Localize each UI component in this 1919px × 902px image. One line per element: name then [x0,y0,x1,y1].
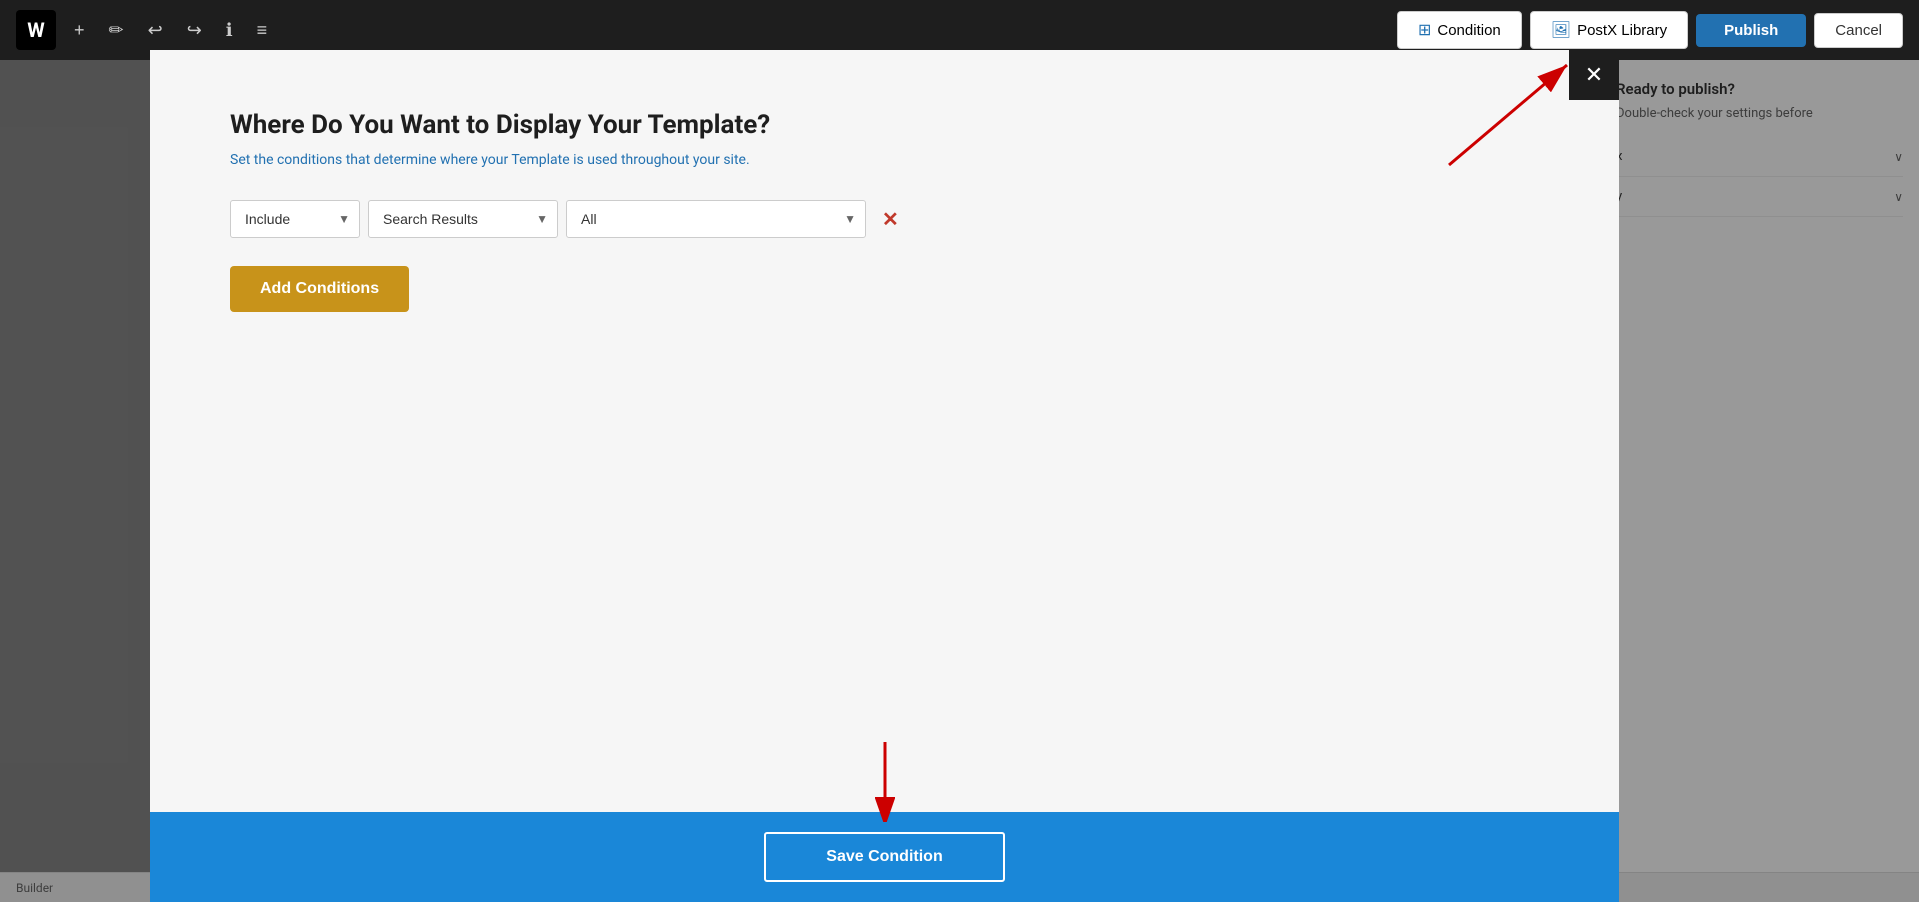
delete-condition-button[interactable]: ✕ [874,203,907,236]
include-select-wrapper: Include Exclude ▼ [230,200,360,238]
condition-label: Condition [1437,22,1500,39]
condition-icon: ⊞ [1418,20,1431,40]
toolbar-right: ⊞ Condition 🖼 PostX Library Publish Canc… [1397,11,1903,49]
publish-button[interactable]: Publish [1696,14,1806,47]
menu-button[interactable]: ≡ [251,14,274,47]
modal-subtext-after: is used throughout your site. [570,152,750,168]
undo-button[interactable]: ↩ [142,14,169,47]
postx-label: PostX Library [1577,22,1667,39]
condition-modal: ✕ Where Do You Want to Display Your Temp… [150,50,1619,902]
add-conditions-button[interactable]: Add Conditions [230,266,409,312]
postx-icon: 🖼 [1551,20,1571,40]
condition-row: Include Exclude ▼ Search Results Front P… [230,200,1539,238]
modal-footer: Save Condition [150,812,1619,902]
edit-button[interactable]: ✏ [103,14,130,47]
type-select[interactable]: Search Results Front Page Blog Page Arch… [368,200,558,238]
wp-logo-icon: W [16,10,56,50]
modal-subtext: Set the conditions that determine where … [230,152,1539,168]
modal-heading: Where Do You Want to Display Your Templa… [230,110,1539,140]
scope-select-wrapper: All Specific ▼ [566,200,866,238]
modal-subtext-link: Template [511,152,569,168]
condition-button[interactable]: ⊞ Condition [1397,11,1522,49]
scope-select[interactable]: All Specific [566,200,866,238]
redo-button[interactable]: ↪ [181,14,208,47]
type-select-wrapper: Search Results Front Page Blog Page Arch… [368,200,558,238]
postx-library-button[interactable]: 🖼 PostX Library [1530,11,1688,49]
modal-subtext-before: Set the conditions that determine where … [230,152,511,168]
include-select[interactable]: Include Exclude [230,200,360,238]
modal-close-button[interactable]: ✕ [1569,50,1619,100]
cancel-button[interactable]: Cancel [1814,13,1903,48]
info-button[interactable]: ℹ [220,14,239,47]
modal-body: Where Do You Want to Display Your Templa… [150,50,1619,812]
save-condition-button[interactable]: Save Condition [764,832,1004,882]
add-button[interactable]: + [68,14,91,47]
